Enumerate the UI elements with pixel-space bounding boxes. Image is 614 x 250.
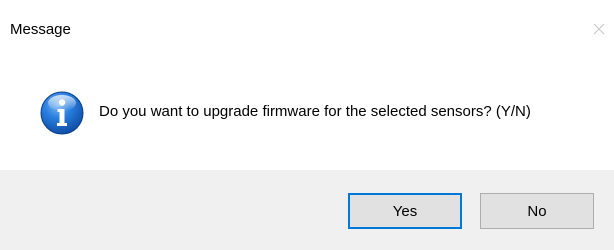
close-icon [593, 23, 605, 35]
yes-button[interactable]: Yes [348, 193, 462, 229]
message-dialog: Message Do you want to upgrade firmware … [0, 0, 614, 250]
close-button[interactable] [584, 14, 614, 44]
button-bar: Yes No [0, 170, 614, 250]
no-button[interactable]: No [480, 193, 594, 229]
title-bar: Message [0, 0, 614, 62]
info-icon [38, 89, 86, 137]
dialog-content: Do you want to upgrade firmware for the … [0, 62, 614, 168]
dialog-title: Message [10, 21, 71, 38]
message-text: Do you want to upgrade firmware for the … [99, 103, 531, 120]
